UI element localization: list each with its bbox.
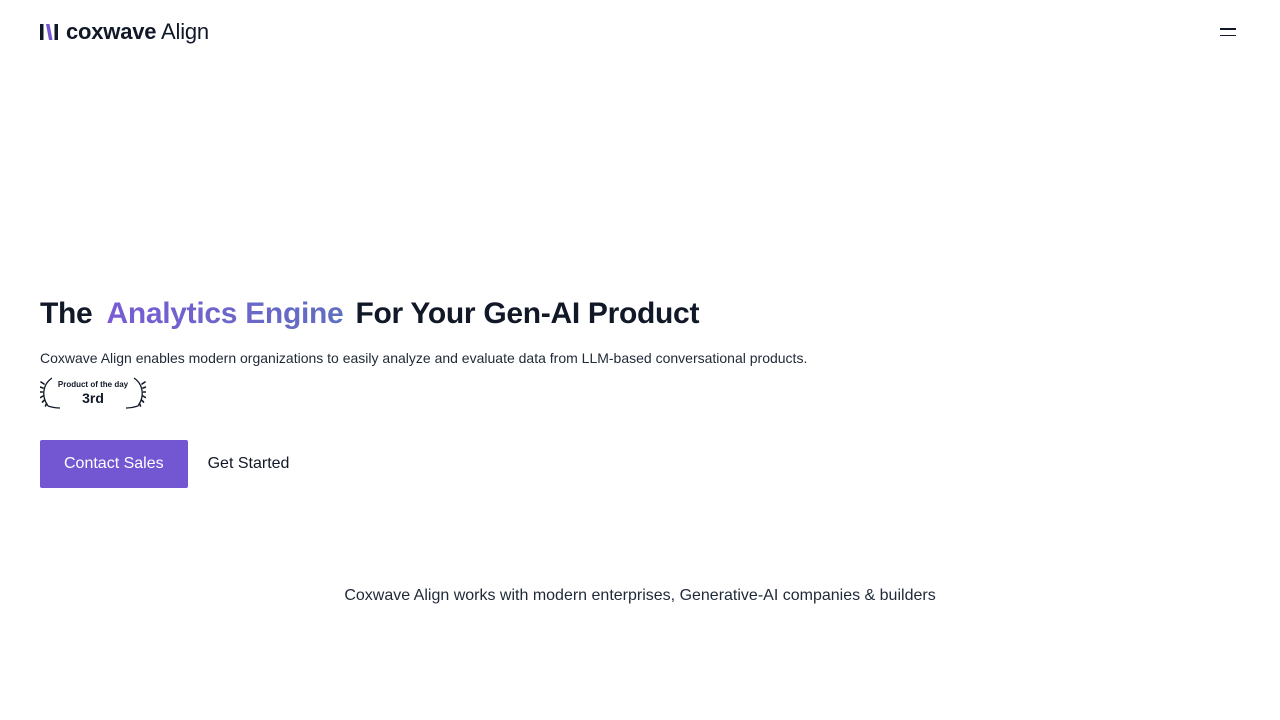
menu-button[interactable]	[1216, 22, 1240, 42]
get-started-button[interactable]: Get Started	[208, 455, 290, 473]
laurel-icon	[40, 377, 61, 409]
product-of-the-day-badge[interactable]: Product of the day 3rd	[40, 376, 146, 410]
hero-headline: The Analytics Engine For Your Gen-AI Pro…	[40, 292, 1240, 336]
logo-icon	[40, 24, 58, 40]
award-title: Product of the day	[57, 380, 129, 389]
headline-post: For Your Gen-AI Product	[355, 297, 700, 330]
logo-link[interactable]: coxwave Align	[40, 19, 209, 45]
hamburger-icon-line	[1220, 34, 1236, 36]
logo-product: Align	[161, 19, 209, 44]
hamburger-icon	[1220, 28, 1236, 30]
headline-accent: Analytics Engine	[106, 297, 344, 330]
trust-statement: Coxwave Align works with modern enterpri…	[344, 587, 936, 604]
headline-pre: The	[40, 297, 93, 330]
site-header: coxwave Align	[0, 0, 1280, 64]
hero-actions: Contact Sales Get Started	[40, 440, 1240, 488]
logo-wordmark: coxwave Align	[66, 19, 209, 45]
contact-sales-button[interactable]: Contact Sales	[40, 440, 188, 488]
laurel-icon-right	[125, 377, 146, 409]
logo-brand: coxwave	[66, 19, 157, 44]
hero-subtitle: Coxwave Align enables modern organizatio…	[40, 350, 808, 366]
award-rank: 3rd	[82, 390, 104, 406]
hero-section: The Analytics Engine For Your Gen-AI Pro…	[40, 292, 1240, 488]
